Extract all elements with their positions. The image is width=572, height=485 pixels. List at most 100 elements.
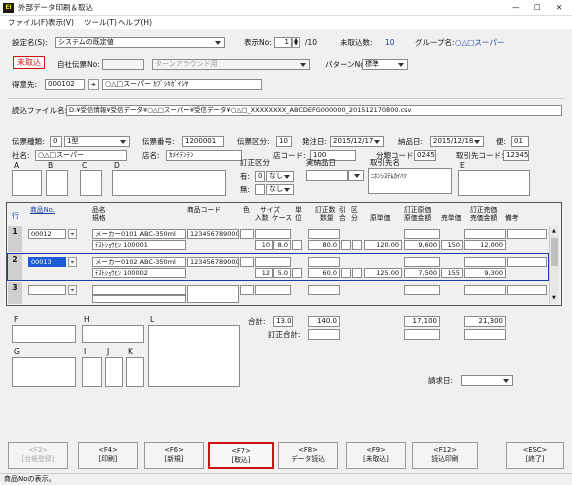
- search-icon[interactable]: ⌖: [68, 229, 77, 239]
- minimize-icon[interactable]: —: [512, 2, 520, 13]
- search-icon[interactable]: ⌖: [68, 285, 77, 295]
- name-cell[interactable]: メーカー0102 ABC-350ml: [92, 257, 186, 267]
- search-icon[interactable]: ⌖: [68, 257, 77, 267]
- customer-code[interactable]: 000102: [45, 79, 85, 90]
- size-cell[interactable]: [255, 285, 291, 295]
- menu-help[interactable]: ヘルプ(H): [118, 17, 152, 28]
- search-icon[interactable]: ⌖: [88, 79, 99, 90]
- product-no-cell[interactable]: 00013: [28, 257, 66, 267]
- correction-yes-select[interactable]: なし: [266, 171, 294, 182]
- class-cell[interactable]: [352, 240, 362, 250]
- corr-sell-cell[interactable]: [464, 285, 506, 295]
- cost-cell[interactable]: 120.00: [364, 240, 402, 250]
- f12-load-print-button[interactable]: <F12> 読込印刷: [412, 442, 478, 469]
- qty-in-cell[interactable]: 10: [255, 240, 273, 250]
- code-cell[interactable]: 1234567890001: [187, 229, 239, 239]
- delivery-date-field[interactable]: 2015/12/18: [430, 136, 484, 147]
- qty-cell[interactable]: 80.0: [308, 240, 340, 250]
- f9-unimported-button[interactable]: <F9> [未取込]: [346, 442, 406, 469]
- billing-date-field[interactable]: [461, 375, 513, 386]
- f7-import-button[interactable]: <F7> [取込]: [208, 442, 274, 469]
- case-cell[interactable]: 5.0: [273, 268, 291, 278]
- settings-select[interactable]: システムの既定値: [55, 37, 225, 48]
- field-j[interactable]: [105, 357, 123, 387]
- corr-cost-cell[interactable]: [404, 285, 440, 295]
- menu-file[interactable]: ファイル(F): [8, 17, 48, 28]
- slip-type-select[interactable]: 1型: [64, 136, 130, 147]
- corr-qty-cell[interactable]: [308, 257, 340, 267]
- table-row[interactable]: 3 ⌖: [8, 282, 548, 304]
- correction-yes-code[interactable]: 0: [255, 171, 265, 182]
- cost-total-cell[interactable]: 7,500: [404, 268, 440, 278]
- note-cell[interactable]: [507, 257, 547, 267]
- sell-total-cell[interactable]: 12,000: [464, 240, 506, 250]
- esc-exit-button[interactable]: <ESC> [終了]: [506, 442, 564, 469]
- menu-view[interactable]: 表示(V): [48, 17, 74, 28]
- corr-cost-cell[interactable]: [404, 257, 440, 267]
- f8-load-button[interactable]: <F8> データ読込: [278, 442, 338, 469]
- product-no-cell[interactable]: 00012: [28, 229, 66, 239]
- actual-delivery-select[interactable]: [348, 170, 364, 181]
- field-l[interactable]: [148, 325, 240, 387]
- field-f[interactable]: [12, 325, 76, 343]
- slip-class-field[interactable]: 10: [276, 136, 292, 147]
- product-no-cell[interactable]: [28, 285, 66, 295]
- field-a[interactable]: [12, 170, 42, 196]
- corr-cost-cell[interactable]: [404, 229, 440, 239]
- field-g[interactable]: [12, 357, 76, 387]
- slip-type-code[interactable]: 0: [50, 136, 62, 147]
- order-date-field[interactable]: 2015/12/17: [330, 136, 384, 147]
- actual-delivery-field[interactable]: [306, 170, 348, 181]
- size-cell[interactable]: [255, 229, 291, 239]
- field-e[interactable]: [458, 170, 530, 196]
- field-k[interactable]: [126, 357, 144, 387]
- f6-new-button[interactable]: <F6> [新規]: [144, 442, 204, 469]
- field-c[interactable]: [80, 170, 102, 196]
- display-no-input[interactable]: 1: [274, 37, 292, 48]
- spec-cell[interactable]: ﾃｽﾄｼｮｳﾋﾝ 100001: [92, 240, 186, 250]
- corr-sell-cell[interactable]: [464, 257, 506, 267]
- scroll-thumb[interactable]: [551, 238, 558, 266]
- slip-no-input[interactable]: [102, 59, 144, 70]
- spec-cell[interactable]: [92, 295, 186, 303]
- corr-qty-cell[interactable]: [308, 285, 340, 295]
- spinner-icon[interactable]: ▲ ▼: [292, 37, 300, 48]
- sell-total-cell[interactable]: 9,300: [464, 268, 506, 278]
- pattern-select[interactable]: 標準: [362, 59, 408, 70]
- color-cell[interactable]: [240, 257, 254, 267]
- class-cell[interactable]: [352, 268, 362, 278]
- correction-no-select[interactable]: なし: [266, 184, 294, 195]
- f4-print-button[interactable]: <F4> [印刷]: [78, 442, 138, 469]
- note-cell[interactable]: [507, 229, 547, 239]
- case-cell[interactable]: 8.0: [273, 240, 291, 250]
- table-row[interactable]: 1 00012 ⌖ メーカー0101 ABC-350ml ﾃｽﾄｼｮｳﾋﾝ 10…: [8, 226, 548, 252]
- sell-cell[interactable]: 150: [441, 240, 463, 250]
- qty-cell[interactable]: 60.0: [308, 268, 340, 278]
- slip-no-field[interactable]: 1200001: [182, 136, 224, 147]
- code-cell[interactable]: 1234567890002: [187, 257, 239, 267]
- field-i[interactable]: [82, 357, 102, 387]
- menu-tools[interactable]: ツール(T): [84, 17, 117, 28]
- unit-cell[interactable]: [292, 268, 302, 278]
- qty-in-cell[interactable]: 12: [255, 268, 273, 278]
- sell-cell[interactable]: 155: [441, 268, 463, 278]
- unit-cell[interactable]: [292, 240, 302, 250]
- name-cell[interactable]: メーカー0101 ABC-350ml: [92, 229, 186, 239]
- discount-cell[interactable]: [341, 240, 351, 250]
- color-cell[interactable]: [240, 285, 254, 295]
- discount-cell[interactable]: [341, 268, 351, 278]
- color-cell[interactable]: [240, 229, 254, 239]
- field-h[interactable]: [82, 325, 144, 343]
- close-icon[interactable]: ✕: [556, 2, 562, 13]
- scroll-up-icon[interactable]: ▲: [552, 228, 556, 234]
- code-cell[interactable]: [187, 285, 239, 303]
- cost-total-cell[interactable]: 9,600: [404, 240, 440, 250]
- turnaround-select[interactable]: ターンアラウンド用: [152, 59, 310, 70]
- grid-scrollbar[interactable]: ▲ ▼: [549, 226, 559, 304]
- correction-no-code[interactable]: [255, 184, 265, 195]
- corr-qty-cell[interactable]: [308, 229, 340, 239]
- corr-sell-cell[interactable]: [464, 229, 506, 239]
- cost-cell[interactable]: 125.00: [364, 268, 402, 278]
- scroll-down-icon[interactable]: ▼: [552, 295, 556, 301]
- note-cell[interactable]: [507, 285, 547, 295]
